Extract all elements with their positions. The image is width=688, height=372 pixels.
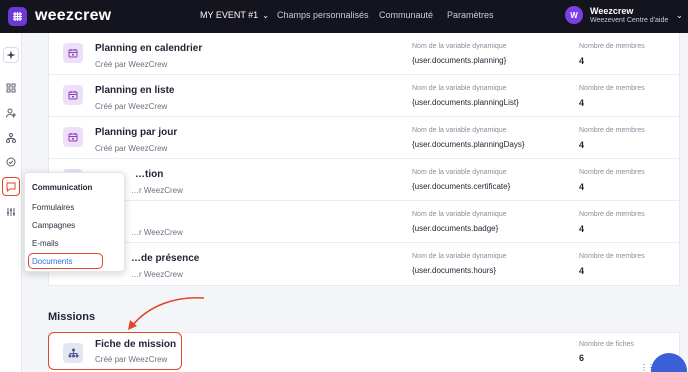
dashboard-icon[interactable] [3, 80, 19, 96]
event-selector-label: MY EVENT #1 [200, 10, 259, 20]
table-row[interactable]: Planning par jour Créé par WeezCrew Nom … [49, 117, 681, 159]
nav-champs-personnalises[interactable]: Champs personnalisés [277, 10, 369, 20]
calendar-icon [63, 127, 83, 147]
sheets-label: Nombre de fiches [579, 341, 634, 348]
variable-value: {user.documents.planningList} [412, 98, 519, 107]
annotation-arrow-icon [128, 296, 205, 330]
members-count: 4 [579, 224, 585, 234]
document-author: Créé par WeezCrew [95, 102, 168, 111]
avatar[interactable]: W [565, 6, 583, 24]
table-row[interactable]: Planning en calendrier Créé par WeezCrew… [49, 33, 681, 75]
members-label: Nombre de membres [579, 85, 645, 92]
document-author: …r WeezCrew [131, 228, 183, 237]
sparkle-icon[interactable] [3, 47, 19, 63]
variable-label: Nom de la variable dynamique [412, 85, 507, 92]
variable-label: Nom de la variable dynamique [412, 43, 507, 50]
document-author: …r WeezCrew [131, 186, 183, 195]
members-count: 4 [579, 98, 585, 108]
document-title[interactable]: Planning par jour [95, 127, 177, 138]
menu-item-campagnes[interactable]: Campagnes [32, 221, 75, 230]
organization-icon[interactable] [3, 130, 19, 146]
documents-highlight [28, 253, 103, 269]
members-label: Nombre de membres [579, 43, 645, 50]
variable-value: {user.documents.certificate} [412, 182, 511, 191]
table-row[interactable]: Planning en liste Créé par WeezCrew Nom … [49, 75, 681, 117]
table-row[interactable]: …r WeezCrew Nom de la variable dynamique… [49, 201, 681, 243]
event-selector[interactable]: MY EVENT #1 ⌄ [200, 10, 269, 20]
nav-parametres[interactable]: Paramètres [447, 10, 494, 20]
variable-value: {user.documents.planningDays} [412, 140, 525, 149]
check-circle-icon[interactable] [3, 154, 19, 170]
calendar-icon [63, 43, 83, 63]
members-count: 4 [579, 266, 585, 276]
communication-menu: Communication Formulaires Campagnes E-ma… [24, 172, 125, 272]
variable-value: {user.documents.badge} [412, 224, 499, 233]
document-author: Créé par WeezCrew [95, 60, 168, 69]
members-count: 4 [579, 182, 585, 192]
members-label: Nombre de membres [579, 211, 645, 218]
members-icon[interactable] [3, 105, 19, 121]
variable-label: Nom de la variable dynamique [412, 211, 507, 218]
user-organization: Weezevent Centre d'aide [590, 17, 669, 24]
document-author: Créé par WeezCrew [95, 144, 168, 153]
table-row[interactable]: …de présence …r WeezCrew Nom de la varia… [49, 243, 681, 285]
weezcrew-logo-icon[interactable] [8, 7, 27, 26]
sidebar [0, 33, 22, 372]
variable-label: Nom de la variable dynamique [412, 253, 507, 260]
document-title[interactable]: …tion [135, 169, 163, 180]
mission-highlight [48, 332, 182, 370]
nav-communaute[interactable]: Communauté [379, 10, 433, 20]
members-label: Nombre de membres [579, 253, 645, 260]
menu-heading: Communication [32, 183, 93, 192]
top-bar: weezcrew MY EVENT #1 ⌄ Champs personnalis… [0, 0, 688, 33]
document-title[interactable]: Planning en liste [95, 85, 174, 96]
settings-sliders-icon[interactable] [3, 204, 19, 220]
communication-highlight [2, 177, 20, 196]
menu-item-emails[interactable]: E-mails [32, 239, 59, 248]
menu-item-formulaires[interactable]: Formulaires [32, 203, 74, 212]
missions-section-title: Missions [48, 311, 96, 323]
calendar-icon [63, 85, 83, 105]
user-menu-chevron-icon[interactable]: ⌄ [676, 11, 683, 20]
sheets-count: 6 [579, 353, 585, 363]
variable-label: Nom de la variable dynamique [412, 127, 507, 134]
documents-table: Planning en calendrier Créé par WeezCrew… [48, 33, 681, 286]
variable-value: {user.documents.hours} [412, 266, 497, 275]
members-count: 4 [579, 56, 585, 66]
members-label: Nombre de membres [579, 169, 645, 176]
variable-label: Nom de la variable dynamique [412, 169, 507, 176]
chevron-down-icon: ⌄ [262, 11, 269, 20]
variable-value: {user.documents.planning} [412, 56, 507, 65]
user-name[interactable]: Weezcrew [590, 6, 633, 16]
members-label: Nombre de membres [579, 127, 645, 134]
document-title[interactable]: Planning en calendrier [95, 43, 202, 54]
document-title[interactable]: …de présence [131, 253, 199, 264]
table-row[interactable]: …tion …r WeezCrew Nom de la variable dyn… [49, 159, 681, 201]
document-author: …r WeezCrew [131, 270, 183, 279]
members-count: 4 [579, 140, 585, 150]
app-logo-text[interactable]: weezcrew [35, 7, 111, 25]
